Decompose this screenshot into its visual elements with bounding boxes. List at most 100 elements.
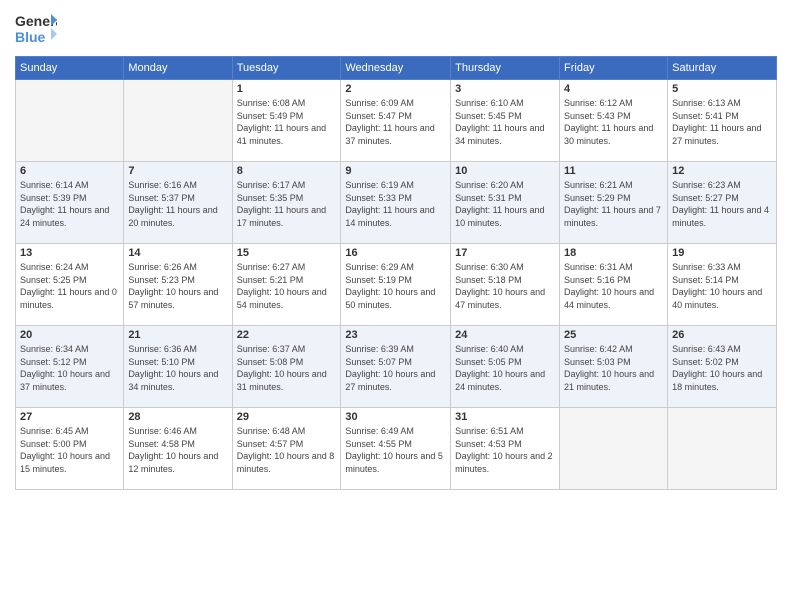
day-number: 22	[237, 329, 337, 341]
day-number: 12	[672, 165, 772, 177]
day-info: Sunrise: 6:46 AM Sunset: 4:58 PM Dayligh…	[128, 425, 227, 475]
day-info: Sunrise: 6:42 AM Sunset: 5:03 PM Dayligh…	[564, 343, 663, 393]
svg-text:Blue: Blue	[15, 29, 46, 45]
day-number: 28	[128, 411, 227, 423]
day-cell: 22 Sunrise: 6:37 AM Sunset: 5:08 PM Dayli…	[232, 326, 341, 408]
day-number: 30	[345, 411, 446, 423]
weekday-header-thursday: Thursday	[451, 57, 560, 80]
day-cell: 1 Sunrise: 6:08 AM Sunset: 5:49 PM Daylig…	[232, 80, 341, 162]
day-info: Sunrise: 6:21 AM Sunset: 5:29 PM Dayligh…	[564, 179, 663, 229]
day-info: Sunrise: 6:19 AM Sunset: 5:33 PM Dayligh…	[345, 179, 446, 229]
day-info: Sunrise: 6:13 AM Sunset: 5:41 PM Dayligh…	[672, 97, 772, 147]
weekday-header-tuesday: Tuesday	[232, 57, 341, 80]
day-cell: 29 Sunrise: 6:48 AM Sunset: 4:57 PM Dayli…	[232, 408, 341, 490]
day-info: Sunrise: 6:33 AM Sunset: 5:14 PM Dayligh…	[672, 261, 772, 311]
day-cell	[16, 80, 124, 162]
day-number: 17	[455, 247, 555, 259]
day-cell: 19 Sunrise: 6:33 AM Sunset: 5:14 PM Dayli…	[668, 244, 777, 326]
day-number: 19	[672, 247, 772, 259]
weekday-header-monday: Monday	[124, 57, 232, 80]
day-info: Sunrise: 6:12 AM Sunset: 5:43 PM Dayligh…	[564, 97, 663, 147]
day-number: 2	[345, 83, 446, 95]
day-number: 8	[237, 165, 337, 177]
day-number: 9	[345, 165, 446, 177]
day-info: Sunrise: 6:43 AM Sunset: 5:02 PM Dayligh…	[672, 343, 772, 393]
weekday-header-friday: Friday	[560, 57, 668, 80]
day-cell: 7Sunrise: 6:16 AM Sunset: 5:37 PM Daylig…	[124, 162, 232, 244]
day-cell: 28 Sunrise: 6:46 AM Sunset: 4:58 PM Dayli…	[124, 408, 232, 490]
day-number: 14	[128, 247, 227, 259]
day-cell: 16 Sunrise: 6:29 AM Sunset: 5:19 PM Dayli…	[341, 244, 451, 326]
day-cell	[560, 408, 668, 490]
day-number: 1	[237, 83, 337, 95]
logo-svg: General Blue	[15, 10, 57, 48]
day-cell	[124, 80, 232, 162]
day-cell: 5Sunrise: 6:13 AM Sunset: 5:41 PM Daylig…	[668, 80, 777, 162]
weekday-header-sunday: Sunday	[16, 57, 124, 80]
day-cell: 25Sunrise: 6:42 AM Sunset: 5:03 PM Dayli…	[560, 326, 668, 408]
day-cell: 20 Sunrise: 6:34 AM Sunset: 5:12 PM Dayli…	[16, 326, 124, 408]
day-info: Sunrise: 6:20 AM Sunset: 5:31 PM Dayligh…	[455, 179, 555, 229]
day-number: 11	[564, 165, 663, 177]
day-number: 18	[564, 247, 663, 259]
day-info: Sunrise: 6:26 AM Sunset: 5:23 PM Dayligh…	[128, 261, 227, 311]
day-info: Sunrise: 6:29 AM Sunset: 5:19 PM Dayligh…	[345, 261, 446, 311]
day-number: 23	[345, 329, 446, 341]
day-info: Sunrise: 6:09 AM Sunset: 5:47 PM Dayligh…	[345, 97, 446, 147]
day-cell: 12 Sunrise: 6:23 AM Sunset: 5:27 PM Dayli…	[668, 162, 777, 244]
day-number: 26	[672, 329, 772, 341]
weekday-header-saturday: Saturday	[668, 57, 777, 80]
day-info: Sunrise: 6:27 AM Sunset: 5:21 PM Dayligh…	[237, 261, 337, 311]
day-number: 31	[455, 411, 555, 423]
day-info: Sunrise: 6:36 AM Sunset: 5:10 PM Dayligh…	[128, 343, 227, 393]
day-info: Sunrise: 6:08 AM Sunset: 5:49 PM Dayligh…	[237, 97, 337, 147]
day-cell: 6 Sunrise: 6:14 AM Sunset: 5:39 PM Daylig…	[16, 162, 124, 244]
weekday-header-row: SundayMondayTuesdayWednesdayThursdayFrid…	[16, 57, 777, 80]
day-cell: 10Sunrise: 6:20 AM Sunset: 5:31 PM Dayli…	[451, 162, 560, 244]
day-info: Sunrise: 6:39 AM Sunset: 5:07 PM Dayligh…	[345, 343, 446, 393]
day-number: 29	[237, 411, 337, 423]
day-number: 24	[455, 329, 555, 341]
day-info: Sunrise: 6:17 AM Sunset: 5:35 PM Dayligh…	[237, 179, 337, 229]
day-cell: 17 Sunrise: 6:30 AM Sunset: 5:18 PM Dayli…	[451, 244, 560, 326]
day-info: Sunrise: 6:10 AM Sunset: 5:45 PM Dayligh…	[455, 97, 555, 147]
week-row-3: 13Sunrise: 6:24 AM Sunset: 5:25 PM Dayli…	[16, 244, 777, 326]
day-number: 6	[20, 165, 119, 177]
svg-text:General: General	[15, 13, 57, 29]
day-cell: 21 Sunrise: 6:36 AM Sunset: 5:10 PM Dayli…	[124, 326, 232, 408]
day-cell: 31 Sunrise: 6:51 AM Sunset: 4:53 PM Dayli…	[451, 408, 560, 490]
day-number: 13	[20, 247, 119, 259]
weekday-header-wednesday: Wednesday	[341, 57, 451, 80]
day-cell: 26 Sunrise: 6:43 AM Sunset: 5:02 PM Dayli…	[668, 326, 777, 408]
day-number: 20	[20, 329, 119, 341]
day-cell: 23 Sunrise: 6:39 AM Sunset: 5:07 PM Dayli…	[341, 326, 451, 408]
day-cell: 4Sunrise: 6:12 AM Sunset: 5:43 PM Daylig…	[560, 80, 668, 162]
day-number: 21	[128, 329, 227, 341]
week-row-1: 1 Sunrise: 6:08 AM Sunset: 5:49 PM Daylig…	[16, 80, 777, 162]
day-cell: 8 Sunrise: 6:17 AM Sunset: 5:35 PM Daylig…	[232, 162, 341, 244]
day-info: Sunrise: 6:14 AM Sunset: 5:39 PM Dayligh…	[20, 179, 119, 229]
day-info: Sunrise: 6:31 AM Sunset: 5:16 PM Dayligh…	[564, 261, 663, 311]
day-cell: 2 Sunrise: 6:09 AM Sunset: 5:47 PM Daylig…	[341, 80, 451, 162]
day-cell: 15 Sunrise: 6:27 AM Sunset: 5:21 PM Dayli…	[232, 244, 341, 326]
day-info: Sunrise: 6:40 AM Sunset: 5:05 PM Dayligh…	[455, 343, 555, 393]
day-number: 16	[345, 247, 446, 259]
day-info: Sunrise: 6:45 AM Sunset: 5:00 PM Dayligh…	[20, 425, 119, 475]
day-cell: 9 Sunrise: 6:19 AM Sunset: 5:33 PM Daylig…	[341, 162, 451, 244]
day-cell: 13Sunrise: 6:24 AM Sunset: 5:25 PM Dayli…	[16, 244, 124, 326]
day-cell: 30Sunrise: 6:49 AM Sunset: 4:55 PM Dayli…	[341, 408, 451, 490]
day-cell	[668, 408, 777, 490]
day-cell: 24 Sunrise: 6:40 AM Sunset: 5:05 PM Dayli…	[451, 326, 560, 408]
header: General Blue	[15, 10, 777, 48]
day-info: Sunrise: 6:30 AM Sunset: 5:18 PM Dayligh…	[455, 261, 555, 311]
day-info: Sunrise: 6:48 AM Sunset: 4:57 PM Dayligh…	[237, 425, 337, 475]
day-info: Sunrise: 6:23 AM Sunset: 5:27 PM Dayligh…	[672, 179, 772, 229]
logo: General Blue	[15, 10, 57, 48]
day-info: Sunrise: 6:37 AM Sunset: 5:08 PM Dayligh…	[237, 343, 337, 393]
day-cell: 3Sunrise: 6:10 AM Sunset: 5:45 PM Daylig…	[451, 80, 560, 162]
day-info: Sunrise: 6:51 AM Sunset: 4:53 PM Dayligh…	[455, 425, 555, 475]
week-row-4: 20 Sunrise: 6:34 AM Sunset: 5:12 PM Dayli…	[16, 326, 777, 408]
day-cell: 14 Sunrise: 6:26 AM Sunset: 5:23 PM Dayli…	[124, 244, 232, 326]
day-number: 15	[237, 247, 337, 259]
day-info: Sunrise: 6:34 AM Sunset: 5:12 PM Dayligh…	[20, 343, 119, 393]
